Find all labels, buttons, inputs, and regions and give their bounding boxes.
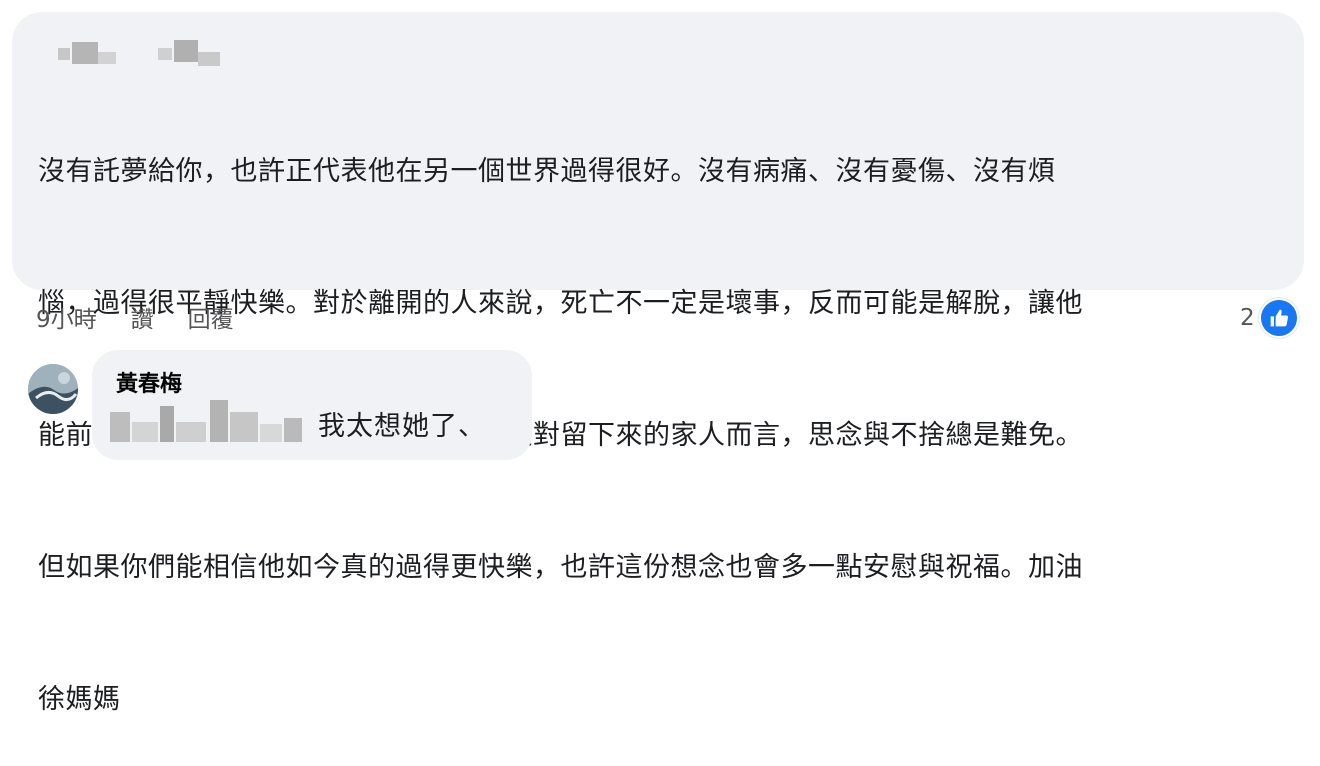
comment-line: 沒有託夢給你，也許正代表他在另一個世界過得很好。沒有病痛、沒有憂傷、沒有煩	[38, 156, 1056, 187]
comment-timestamp[interactable]: 9小時	[36, 300, 97, 334]
reply-author-name[interactable]: 黃春梅	[116, 366, 182, 398]
thumbs-up-icon	[1258, 298, 1299, 338]
avatar[interactable]	[28, 364, 78, 414]
comment-line: 但如果你們能相信他如今真的過得更快樂，也許這份想念也會多一點安慰與祝福。加油	[38, 552, 1083, 583]
reply-bubble: 黃春梅 我太想她了、	[92, 350, 532, 460]
like-button[interactable]: 讚	[131, 300, 154, 334]
comment-actions: 9小時 讚 回覆	[36, 300, 234, 334]
comment-line: 徐媽媽	[38, 684, 121, 715]
reply-button[interactable]: 回覆	[188, 300, 234, 334]
reaction-summary[interactable]: 2	[1240, 298, 1299, 338]
reaction-count: 2	[1240, 305, 1255, 331]
reply-text: 我太想她了、	[318, 411, 486, 442]
redacted-mention	[110, 398, 310, 444]
